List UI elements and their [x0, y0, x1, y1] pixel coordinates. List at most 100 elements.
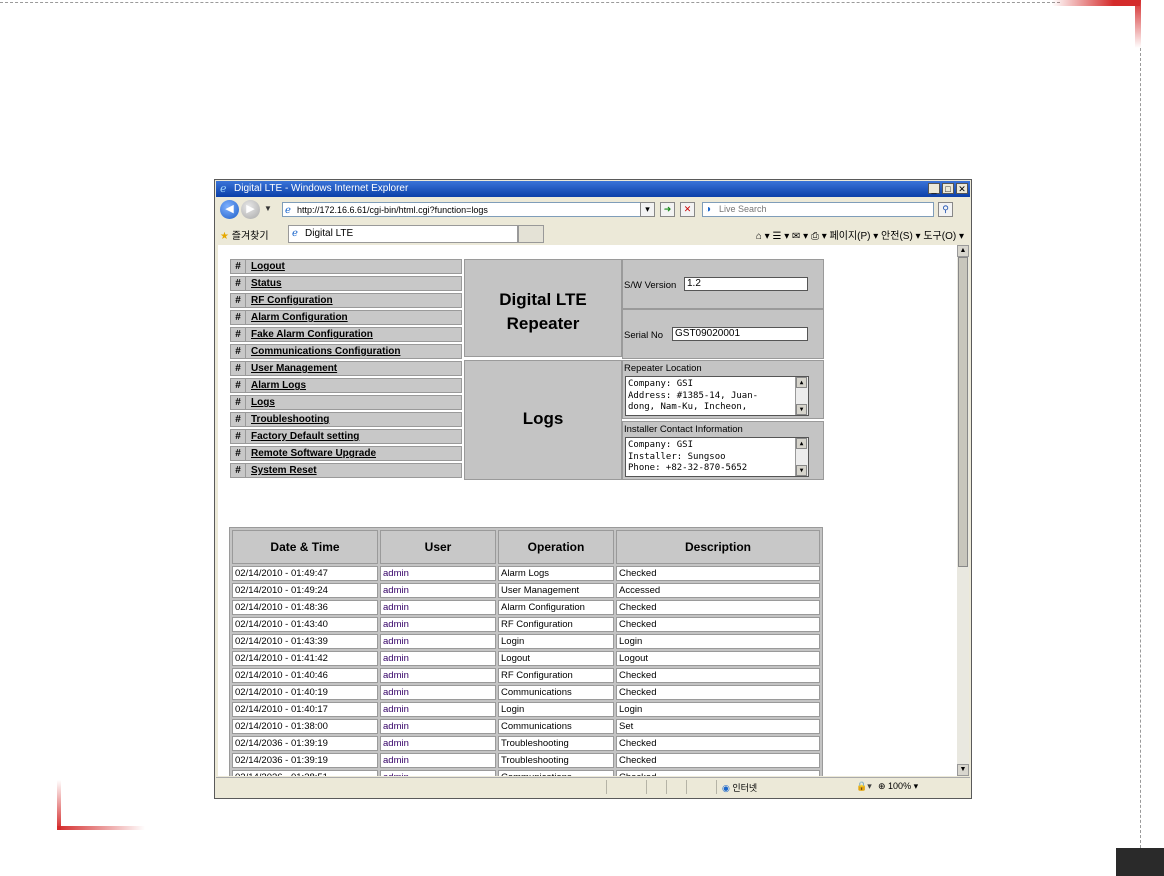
log-date: 02/14/2010 - 01:49:24 — [232, 583, 378, 598]
log-user: admin — [380, 651, 496, 666]
menu-link[interactable]: User Management — [245, 362, 337, 375]
menu-link[interactable]: Fake Alarm Configuration — [245, 328, 373, 341]
menu-link[interactable]: Alarm Configuration — [245, 311, 348, 324]
log-date: 02/14/2010 - 01:40:17 — [232, 702, 378, 717]
go-icon[interactable]: ➜ — [660, 202, 675, 217]
url-input[interactable]: ℯ http://172.16.6.61/cgi-bin/html.cgi?fu… — [282, 202, 652, 217]
title-bar[interactable]: ℯ Digital LTE - Windows Internet Explore… — [216, 181, 970, 197]
table-row: 02/14/2010 - 01:38:00 admin Communications… — [232, 719, 820, 734]
menu-item[interactable]: # Remote Software Upgrade — [230, 446, 462, 461]
search-input[interactable]: ◑ Live Search — [702, 202, 934, 217]
menu-bullet: # — [235, 312, 241, 323]
log-description: Login — [616, 634, 820, 649]
scroll-up-icon[interactable]: ▲ — [796, 438, 807, 449]
slide-corner-accent-bottom-line — [57, 826, 145, 830]
menu-link[interactable]: System Reset — [245, 464, 317, 477]
menu-link[interactable]: RF Configuration — [245, 294, 333, 307]
menu-item[interactable]: # User Management — [230, 361, 462, 376]
back-button[interactable]: ◀ — [220, 200, 239, 219]
zoom-control[interactable]: ⊕ 100% ▾ — [878, 781, 918, 792]
scroll-up-icon[interactable]: ▲ — [796, 377, 807, 388]
table-row: 02/14/2036 - 01:39:19 admin Troubleshootin… — [232, 736, 820, 751]
new-tab-button[interactable] — [518, 225, 544, 243]
menu-item[interactable]: # Logout — [230, 259, 462, 274]
installer-scrollbar[interactable]: ▲ ▼ — [795, 438, 808, 476]
menu-bullet: # — [235, 295, 241, 306]
menu-item[interactable]: # Factory Default setting — [230, 429, 462, 444]
page-title: Logs — [522, 409, 564, 428]
slide-border-right — [1140, 48, 1141, 848]
menu-link[interactable]: Factory Default setting — [245, 430, 359, 443]
favorites-button[interactable]: ★ 즐겨찾기 — [220, 227, 269, 242]
log-operation: Login — [498, 634, 614, 649]
search-icon[interactable]: ⚲ — [938, 202, 953, 217]
scroll-down-icon[interactable]: ▼ — [796, 465, 807, 476]
command-bar[interactable]: ⌂ ▾ ☰ ▾ ✉ ▾ ⎙ ▾ 페이지(P) ▾ 안전(S) ▾ 도구(O) ▾ — [756, 227, 964, 242]
slide-corner-accent-right — [1135, 0, 1141, 48]
status-divider — [646, 780, 647, 794]
log-date: 02/14/2036 - 01:39:19 — [232, 736, 378, 751]
forward-button[interactable]: ▶ — [241, 200, 260, 219]
menu-link[interactable]: Logs — [245, 396, 275, 409]
column-header-user: User — [380, 530, 496, 564]
menu-item[interactable]: # RF Configuration — [230, 293, 462, 308]
log-operation: Troubleshooting — [498, 753, 614, 768]
menu-link[interactable]: Remote Software Upgrade — [245, 447, 376, 460]
history-dropdown-icon[interactable]: ▼ — [264, 204, 272, 213]
minimize-button[interactable]: _ — [928, 183, 940, 194]
log-operation: RF Configuration — [498, 617, 614, 632]
menu-link[interactable]: Logout — [245, 260, 285, 273]
menu-item[interactable]: # Logs — [230, 395, 462, 410]
scroll-down-icon[interactable]: ▼ — [796, 404, 807, 415]
menu-item[interactable]: # Troubleshooting — [230, 412, 462, 427]
log-user: admin — [380, 719, 496, 734]
scroll-up-icon[interactable]: ▲ — [957, 245, 969, 257]
menu-link[interactable]: Troubleshooting — [245, 413, 329, 426]
menu-bullet: # — [235, 465, 241, 476]
stop-icon[interactable]: ✕ — [680, 202, 695, 217]
tab-digital-lte[interactable]: ℯ Digital LTE — [288, 225, 518, 243]
menu-item[interactable]: # Alarm Logs — [230, 378, 462, 393]
slide-page-box — [1116, 848, 1164, 876]
table-row: 02/14/2010 - 01:43:39 admin Login Login — [232, 634, 820, 649]
log-user: admin — [380, 617, 496, 632]
log-operation: Communications — [498, 685, 614, 700]
close-button[interactable]: ✕ — [956, 183, 968, 194]
installer-textarea[interactable]: Company: GSI Installer: Sungsoo Phone: +… — [625, 437, 809, 477]
sw-version-field[interactable]: 1.2 — [684, 277, 808, 291]
menu-link[interactable]: Alarm Logs — [245, 379, 306, 392]
menu-item[interactable]: # System Reset — [230, 463, 462, 478]
menu-item[interactable]: # Communications Configuration — [230, 344, 462, 359]
log-date: 02/14/2010 - 01:48:36 — [232, 600, 378, 615]
log-operation: Login — [498, 702, 614, 717]
table-row: 02/14/2010 - 01:41:42 admin Logout Logout — [232, 651, 820, 666]
internet-zone[interactable]: ◉ 인터넷 — [722, 781, 757, 794]
table-row: 02/14/2010 - 01:40:19 admin Communications… — [232, 685, 820, 700]
menu-item[interactable]: # Fake Alarm Configuration — [230, 327, 462, 342]
menu-link[interactable]: Communications Configuration — [245, 345, 400, 358]
log-description: Accessed — [616, 583, 820, 598]
location-textarea[interactable]: Company: GSI Address: #1385-14, Juan- do… — [625, 376, 809, 416]
scroll-thumb[interactable] — [958, 257, 968, 567]
menu-bullet: # — [235, 397, 241, 408]
status-divider — [666, 780, 667, 794]
url-text: http://172.16.6.61/cgi-bin/html.cgi?func… — [297, 205, 488, 215]
log-date: 02/14/2010 - 01:49:47 — [232, 566, 378, 581]
status-divider — [716, 780, 717, 794]
table-row: 02/14/2010 - 01:43:40 admin RF Configurati… — [232, 617, 820, 632]
menu-link[interactable]: Status — [245, 277, 282, 290]
menu-item[interactable]: # Alarm Configuration — [230, 310, 462, 325]
page-scrollbar[interactable]: ▲ ▼ — [957, 245, 969, 776]
menu-bullet: # — [235, 346, 241, 357]
scroll-down-icon[interactable]: ▼ — [957, 764, 969, 776]
log-description: Checked — [616, 770, 820, 776]
serial-field[interactable]: GST09020001 — [672, 327, 808, 341]
location-label: Repeater Location — [624, 363, 702, 374]
slide-corner-accent-top — [1052, 0, 1140, 6]
menu-item[interactable]: # Status — [230, 276, 462, 291]
protected-mode-icon[interactable]: 🔒▾ — [856, 781, 872, 792]
location-scrollbar[interactable]: ▲ ▼ — [795, 377, 808, 415]
maximize-button[interactable]: □ — [942, 183, 954, 194]
column-header-date: Date & Time — [232, 530, 378, 564]
url-dropdown-button[interactable]: ▾ — [640, 202, 655, 217]
